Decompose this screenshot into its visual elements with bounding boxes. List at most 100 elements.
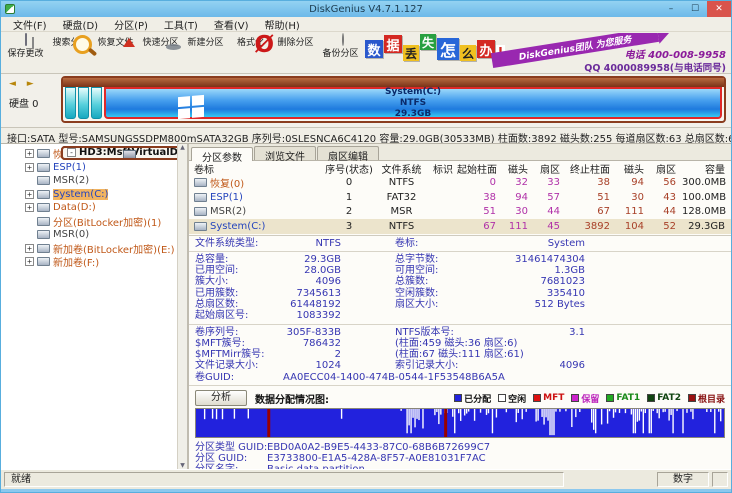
disk-label: 硬盘 0 [9, 95, 59, 110]
table-row[interactable]: 恢复(0) 0 NTFS 0 32 33 38 94 56 300.0MB [189, 176, 731, 191]
menu-item[interactable]: 帮助(H) [257, 17, 308, 32]
legend-swatch [498, 394, 506, 402]
detail-row: 总扇区数: 61448192 扇区大小: 512 Bytes [189, 299, 731, 310]
expand-toggle-icon[interactable]: + [25, 149, 34, 158]
detail-row: 卷GUID: AA0ECC04-1400-474B-0544-1F53548B6… [189, 372, 731, 386]
tree-item[interactable]: MSR(0) [1, 228, 187, 242]
delete-partition-button[interactable]: 删除分区 [273, 33, 318, 59]
expand-toggle-icon[interactable]: - [67, 148, 76, 157]
backup-partition-icon [342, 33, 344, 46]
table-row[interactable]: MSR(2) 2 MSR 51 30 44 67 111 44 128.0MB [189, 205, 731, 220]
table-row[interactable]: ESP(1) 1 FAT32 38 94 57 51 30 43 100.0MB [189, 190, 731, 205]
partition-tree: - HD0:SAMSUNGSSDPM800mSATA32GB(3 + 恢复(0)… [1, 144, 189, 469]
detail-row: 文件系统类型: NTFS 卷标: System [189, 238, 731, 252]
drive-icon [37, 230, 50, 239]
analysis-bar: 分析 数据分配情况图: 已分配 空闲 MFT 保留 [189, 388, 731, 408]
legend-item: 保留 [571, 392, 599, 405]
drive-icon [123, 150, 136, 159]
partition-bar-small[interactable] [91, 87, 102, 119]
prev-disk-arrow[interactable]: ◄ [9, 79, 20, 89]
legend-swatch [606, 394, 614, 402]
windows-logo-icon [178, 95, 204, 119]
expand-toggle-icon[interactable]: + [25, 190, 34, 199]
detail-row: 文件记录大小: 1024 索引记录大小: 4096 [189, 360, 731, 371]
resize-grip[interactable] [712, 472, 728, 487]
window-title: DiskGenius V4.7.1.127 [1, 4, 731, 15]
minimize-button[interactable]: – [659, 1, 683, 17]
tab[interactable]: 浏览文件 [254, 146, 316, 160]
tree-scrollbar[interactable]: ▲▼ [177, 144, 187, 469]
ad-slogan-block: 怎 [437, 38, 459, 60]
quick-partition-button[interactable]: 快速分区 [138, 33, 183, 59]
partition-guid-info: 分区类型 GUID: EBD0A0A2-B9E5-4433-87C0-68B6B… [189, 438, 731, 469]
menu-item[interactable]: 查看(V) [206, 17, 257, 32]
search-partition-button[interactable]: 搜索分区 [48, 33, 93, 59]
tab[interactable]: 分区参数 [191, 147, 253, 161]
drive-icon [37, 203, 50, 212]
ad-phone: 电话 400-008-9958 [625, 46, 726, 61]
legend-swatch [571, 394, 579, 402]
tree-item[interactable]: - HD3:MsftVirtualDisk(20GB) [61, 146, 182, 160]
partition-bar-small[interactable] [65, 87, 76, 119]
menu-item[interactable]: 文件(F) [5, 17, 55, 32]
partition-icon [194, 193, 207, 202]
partition-table: 卷标序号(状态)文件系统标识起始柱面磁头扇区终止柱面磁头扇区容量 恢复(0) 0… [189, 161, 731, 236]
partition-details: 文件系统类型: NTFS 卷标: System 总容量: 29.3GB 总字节数… [189, 236, 731, 389]
table-row[interactable]: System(C:) 3 NTFS 67 111 45 3892 104 52 … [189, 219, 731, 234]
ad-slogan-block: 失 [420, 34, 436, 50]
new-partition-button[interactable]: 新建分区 [183, 33, 228, 59]
status-message: 就绪 [4, 472, 564, 487]
partition-icon [194, 178, 207, 187]
expand-toggle-icon[interactable]: + [25, 203, 34, 212]
detail-row: 簇大小: 4096 总簇数: 7681023 [189, 276, 731, 287]
recover-files-button[interactable]: 恢复文件 [93, 33, 138, 59]
detail-row: 卷序列号: 305F-833B NTFS版本号: 3.1 [189, 327, 731, 338]
menu-item[interactable]: 工具(T) [156, 17, 206, 32]
right-panel: 分区参数浏览文件扇区编辑 卷标序号(状态)文件系统标识起始柱面磁头扇区终止柱面磁… [189, 144, 731, 469]
disk-overview-panel: ◄ ► 硬盘 0 System(C:) NTFS 29.3GB [1, 74, 731, 128]
tree-item[interactable]: + Data(D:) [1, 201, 187, 215]
menu-item[interactable]: 分区(P) [106, 17, 156, 32]
legend-item: MFT [533, 393, 564, 403]
legend-swatch [688, 394, 696, 402]
next-disk-arrow[interactable]: ► [27, 79, 38, 89]
expand-toggle-icon[interactable]: + [25, 163, 34, 172]
tab-bar: 分区参数浏览文件扇区编辑 [189, 144, 731, 161]
legend-swatch [454, 394, 462, 402]
expand-toggle-icon[interactable]: + [25, 257, 34, 266]
format-button[interactable]: 格式化 [228, 33, 273, 59]
tree-item[interactable]: + System(C:) [1, 188, 187, 202]
partition-bar-system[interactable]: System(C:) NTFS 29.3GB [104, 87, 722, 119]
drive-icon [37, 257, 50, 266]
ad-banner: 数据丢失怎么办! DiskGenius团队 为您服务 电话 400-008-99… [363, 33, 729, 73]
partition-bar-small[interactable] [78, 87, 89, 119]
analyze-button[interactable]: 分析 [195, 390, 247, 406]
tree-item[interactable]: 分区(BitLocker加密)(1) [1, 215, 187, 229]
expand-toggle-icon[interactable]: + [25, 244, 34, 253]
ad-slogan-block: 丢 [403, 45, 419, 61]
tree-item[interactable]: + ESP(1) [1, 161, 187, 175]
legend-swatch [647, 394, 655, 402]
save-changes-icon [25, 33, 27, 46]
allocation-map [195, 408, 725, 438]
close-button[interactable]: ✕ [707, 1, 731, 17]
tab[interactable]: 扇区编辑 [317, 146, 379, 160]
legend-item: 根目录 [688, 392, 725, 405]
numlock-indicator: 数字 [657, 472, 709, 487]
table-header: 卷标序号(状态)文件系统标识起始柱面磁头扇区终止柱面磁头扇区容量 [189, 161, 731, 176]
maximize-button[interactable]: ☐ [683, 1, 707, 17]
tree-item[interactable]: + 新加卷(F:) [1, 255, 187, 269]
detail-row: $MFT簇号: 786432 (柱面:459 磁头:36 扇区:6) [189, 338, 731, 349]
ad-qq: QQ 4000089958(与电话同号) [584, 60, 726, 73]
tree-item[interactable]: MSR(2) [1, 174, 187, 188]
partition-icon [194, 222, 207, 231]
allocation-map-label: 数据分配情况图: [255, 391, 329, 406]
detail-row: 已用簇数: 7345613 空闲簇数: 335410 [189, 288, 731, 299]
detail-row: 已用空间: 28.0GB 可用空间: 1.3GB [189, 265, 731, 276]
save-changes-button[interactable]: 保存更改 [3, 33, 48, 59]
detail-row: 起始扇区号: 1083392 [189, 310, 731, 324]
tree-item[interactable]: + 新加卷(BitLocker加密)(E:) [1, 242, 187, 256]
menu-item[interactable]: 硬盘(D) [55, 17, 107, 32]
backup-partition-button[interactable]: 备份分区 [318, 33, 363, 59]
ad-slogan-block: 据 [384, 35, 402, 53]
